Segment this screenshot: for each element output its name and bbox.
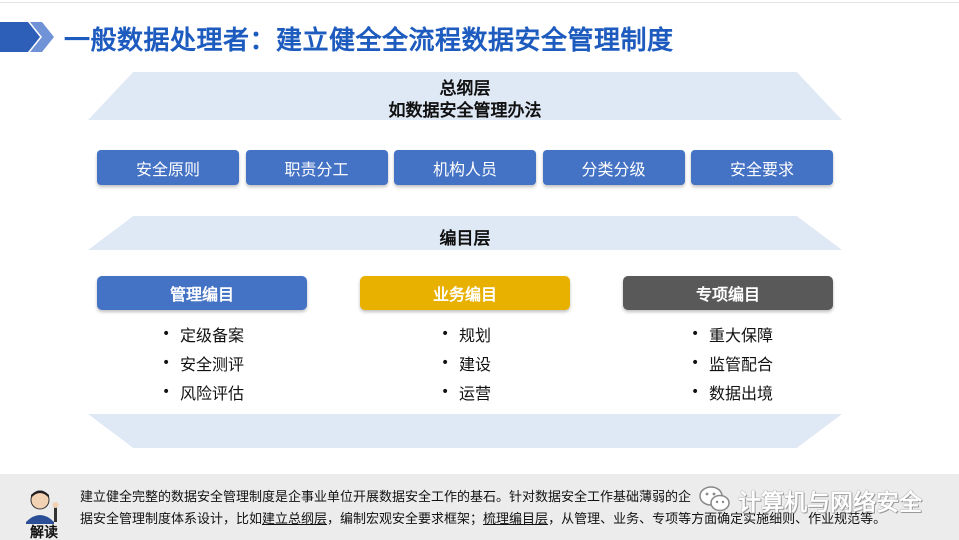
catalog-layer-title: 编目层 [439,229,491,249]
chevron-arrows-icon [0,22,54,52]
management-catalog-header: 管理编目 [97,276,307,310]
top-rule [0,2,959,3]
business-catalog-header: 业务编目 [360,276,570,310]
list-item-label: 监管配合 [709,354,774,374]
principle-organization: 机构人员 [394,150,536,185]
principle-requirements: 安全要求 [691,150,833,185]
general-layer-subtitle: 如数据安全管理办法 [388,101,542,121]
business-catalog-list: • 规划 • 建设 • 运营 [441,319,491,406]
principle-row: 安全原则 职责分工 机构人员 分类分级 安全要求 [97,150,833,185]
list-item-label: 定级备案 [180,325,245,345]
list-item: • 安全测评 [162,348,244,377]
bullet-icon: • [441,383,450,400]
link-catalog-layer: 梳理编目层 [483,512,549,527]
list-item: • 运营 [441,377,491,406]
list-item-label: 建设 [459,354,492,374]
bullet-icon: • [441,325,450,342]
footer-text-part: ，编制宏观安全要求框架； [327,512,484,527]
principle-responsibility: 职责分工 [245,150,388,185]
bullet-icon: • [162,354,171,371]
list-item: • 数据出境 [691,377,773,406]
list-item: • 规划 [441,319,491,348]
list-item: • 重大保障 [691,319,773,348]
list-item-label: 安全测评 [180,354,245,374]
wechat-icon [699,486,730,512]
page-title: 一般数据处理者：建立健全全流程数据安全管理制度 [64,26,674,56]
link-general-layer: 建立总纲层 [262,512,328,527]
principle-classification: 分类分级 [542,150,685,185]
bullet-icon: • [691,383,700,400]
list-item: • 监管配合 [691,348,773,377]
list-item-label: 数据出境 [709,383,774,403]
watermark: 计算机与网络安全 [698,484,922,516]
bullet-icon: • [162,325,171,342]
list-item-label: 风险评估 [180,383,245,403]
bottom-band [88,414,842,448]
title-bar: 一般数据处理者：建立健全全流程数据安全管理制度 [0,14,959,60]
bullet-icon: • [691,325,700,342]
bullet-icon: • [691,354,700,371]
bullet-icon: • [162,383,171,400]
list-item-label: 重大保障 [709,325,774,345]
management-catalog-list: • 定级备案 • 安全测评 • 风险评估 [162,319,244,406]
bullet-icon: • [441,354,450,371]
list-item-label: 运营 [459,383,492,403]
footer-text-part: 据安全管理制度体系设计，比如 [80,512,263,527]
list-item-label: 规划 [459,325,492,345]
special-catalog-header: 专项编目 [623,276,833,310]
interpretation-badge: 解读 [30,525,58,540]
list-item: • 建设 [441,348,491,377]
principle-safety: 安全原则 [97,150,239,185]
list-item: • 风险评估 [162,377,244,406]
list-item: • 定级备案 [162,319,244,348]
watermark-text: 计算机与网络安全 [738,490,922,516]
